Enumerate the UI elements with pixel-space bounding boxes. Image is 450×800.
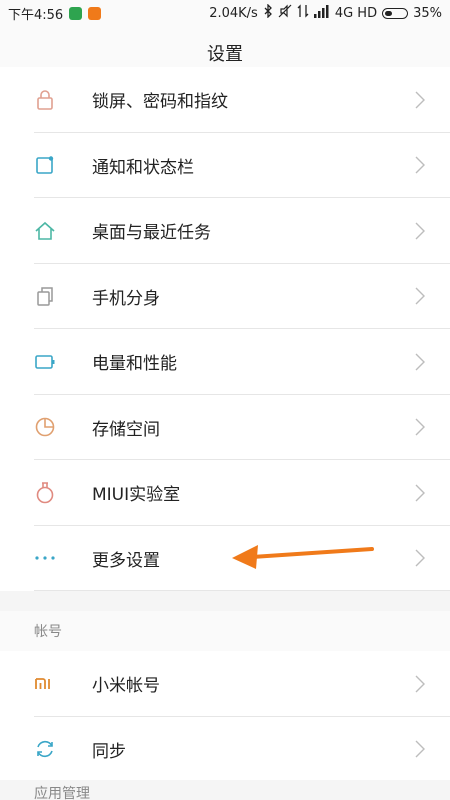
sync-icon — [34, 738, 56, 760]
settings-item-storage[interactable]: 存储空间 — [0, 395, 450, 461]
chevron-right-icon — [415, 740, 425, 758]
mute-icon — [278, 4, 292, 22]
chevron-right-icon — [415, 222, 425, 240]
storage-pie-icon — [34, 416, 56, 438]
signal-icon — [313, 4, 330, 22]
lab-flask-icon — [34, 481, 56, 504]
settings-item-label: MIUI实验室 — [92, 485, 181, 506]
chevron-right-icon — [415, 549, 425, 567]
shield-icon — [69, 6, 83, 20]
battery-icon — [34, 351, 56, 373]
section-title-account: 帐号 — [0, 611, 450, 651]
network-type: 4G HD — [334, 5, 378, 21]
chevron-right-icon — [415, 156, 425, 174]
settings-item-label: 同步 — [92, 741, 126, 762]
bluetooth-icon — [263, 3, 273, 22]
chevron-right-icon — [415, 484, 425, 502]
more-dots-icon — [34, 547, 56, 569]
chevron-right-icon — [415, 675, 425, 693]
battery-icon — [382, 7, 409, 19]
settings-item-notifications[interactable]: 通知和状态栏 — [0, 133, 450, 199]
settings-item-second-space[interactable]: 手机分身 — [0, 264, 450, 330]
clock: 下午4:56 — [8, 7, 64, 23]
battery-percent: 35% — [413, 5, 442, 21]
settings-item-label: 小米帐号 — [92, 676, 160, 697]
settings-list: 锁屏、密码和指纹 通知和状态栏 桌面与最近任务 手机分身 电量和性能 存储空间 — [0, 67, 450, 782]
data-transfer-icon — [297, 4, 309, 22]
chevron-right-icon — [415, 287, 425, 305]
section-divider — [0, 591, 450, 611]
settings-item-label: 桌面与最近任务 — [92, 223, 211, 244]
settings-item-lock[interactable]: 锁屏、密码和指纹 — [0, 67, 450, 133]
chevron-right-icon — [415, 353, 425, 371]
settings-item-battery[interactable]: 电量和性能 — [0, 329, 450, 395]
mi-logo-icon — [34, 673, 56, 695]
network-speed: 2.04K/s — [209, 5, 258, 21]
copy-icon — [34, 285, 56, 307]
settings-item-label: 存储空间 — [92, 419, 160, 440]
notification-icon — [34, 154, 56, 176]
settings-item-home[interactable]: 桌面与最近任务 — [0, 198, 450, 264]
settings-item-more[interactable]: 更多设置 — [0, 526, 450, 592]
settings-item-miui-lab[interactable]: MIUI实验室 — [0, 460, 450, 526]
settings-item-label: 手机分身 — [92, 288, 160, 309]
chevron-right-icon — [415, 91, 425, 109]
settings-item-sync[interactable]: 同步 — [0, 717, 450, 783]
status-bar: 下午4:56 2.04K/s 4G HD 35% — [0, 0, 450, 26]
home-icon — [34, 220, 56, 242]
settings-item-label: 通知和状态栏 — [92, 157, 194, 178]
lock-icon — [34, 89, 56, 111]
section-title-app-management: 应用管理 — [0, 780, 450, 800]
notification-app-icon — [88, 6, 102, 20]
chevron-right-icon — [415, 418, 425, 436]
settings-item-label: 锁屏、密码和指纹 — [92, 92, 228, 113]
settings-item-mi-account[interactable]: 小米帐号 — [0, 651, 450, 717]
settings-item-label: 电量和性能 — [92, 354, 177, 375]
settings-item-label: 更多设置 — [92, 550, 160, 571]
